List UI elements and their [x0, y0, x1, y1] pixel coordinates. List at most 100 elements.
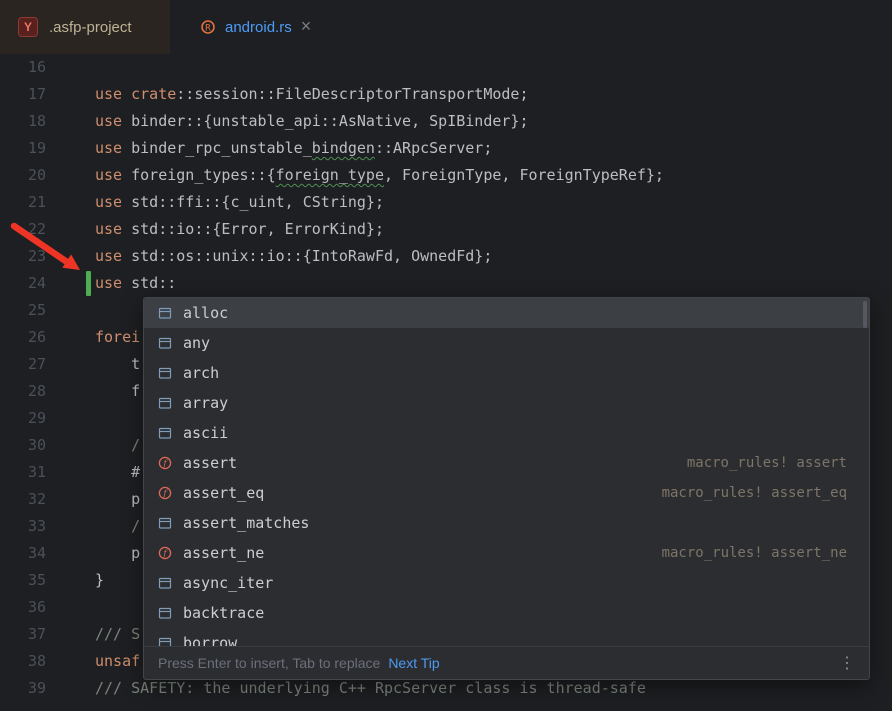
completion-item-alloc[interactable]: alloc — [144, 298, 869, 328]
completion-hint-text: macro_rules! assert_ne — [662, 545, 847, 561]
line-number: 39 — [0, 675, 46, 702]
code-text: use binder::{unstable_api::AsNative, SpI… — [95, 108, 528, 135]
completion-item-ascii[interactable]: ascii — [144, 418, 869, 448]
next-tip-link[interactable]: Next Tip — [388, 655, 439, 671]
line-number: 29 — [0, 405, 46, 432]
macro-icon: f — [157, 545, 173, 561]
line-number: 24 — [0, 270, 46, 297]
code-text: } — [95, 567, 104, 594]
line-number: 30 — [0, 432, 46, 459]
tab-android-rs[interactable]: R android.rs × — [184, 0, 327, 54]
completion-item-assert_eq[interactable]: f assert_eq macro_rules! assert_eq — [144, 478, 869, 508]
line-number: 16 — [0, 54, 46, 81]
code-line-18: 18 use binder::{unstable_api::AsNative, S… — [0, 108, 892, 135]
code-line-21: 21 use std::ffi::{c_uint, CString}; — [0, 189, 892, 216]
completion-label: backtrace — [183, 604, 264, 622]
completion-footer: Press Enter to insert, Tab to replace Ne… — [144, 646, 869, 679]
line-number: 37 — [0, 621, 46, 648]
code-text: use std::ffi::{c_uint, CString}; — [95, 189, 384, 216]
completion-hint-text: macro_rules! assert — [687, 455, 847, 471]
code-text: use std::io::{Error, ErrorKind}; — [95, 216, 384, 243]
macro-icon: f — [157, 485, 173, 501]
completion-label: assert_matches — [183, 514, 309, 532]
line-number: 22 — [0, 216, 46, 243]
code-text: / — [95, 513, 140, 540]
code-text: # — [95, 459, 140, 486]
rust-file-icon: R — [200, 19, 216, 35]
completion-label: assert_eq — [183, 484, 264, 502]
code-text: / — [95, 432, 140, 459]
svg-text:R: R — [205, 23, 211, 33]
completion-item-any[interactable]: any — [144, 328, 869, 358]
module-icon — [157, 605, 173, 621]
module-icon — [157, 575, 173, 591]
completion-popup: allocanyarcharrayasciifassertmacro_rules… — [143, 297, 870, 680]
completion-item-assert[interactable]: fassert macro_rules! assert — [144, 448, 869, 478]
code-text: use std::os::unix::io::{IntoRawFd, Owned… — [95, 243, 492, 270]
line-number: 18 — [0, 108, 46, 135]
line-number: 25 — [0, 297, 46, 324]
code-text: /// S — [95, 621, 140, 648]
code-text: use std:: — [95, 270, 176, 297]
code-text: f — [95, 378, 140, 405]
module-icon — [157, 335, 173, 351]
completion-label: arch — [183, 364, 219, 382]
line-number: 27 — [0, 351, 46, 378]
more-options-icon[interactable]: ⋮ — [839, 653, 855, 673]
code-text: use crate::session::FileDescriptorTransp… — [95, 81, 528, 108]
completion-item-arch[interactable]: arch — [144, 358, 869, 388]
code-text: t — [95, 351, 140, 378]
module-icon — [157, 515, 173, 531]
completion-label: any — [183, 334, 210, 352]
code-line-24: 24 use std:: — [0, 270, 892, 297]
completion-item-borrow[interactable]: borrow — [144, 628, 869, 646]
close-tab-icon[interactable]: × — [301, 17, 312, 37]
module-icon — [157, 635, 173, 646]
macro-icon: f — [157, 455, 173, 471]
project-tab[interactable]: Y .asfp-project — [0, 0, 170, 54]
completion-label: assert — [183, 454, 237, 472]
line-number: 26 — [0, 324, 46, 351]
completion-hint-text: macro_rules! assert_eq — [662, 485, 847, 501]
line-number: 20 — [0, 162, 46, 189]
line-number: 31 — [0, 459, 46, 486]
completion-label: borrow — [183, 634, 237, 646]
completion-label: alloc — [183, 304, 228, 322]
popup-scrollbar[interactable] — [863, 301, 867, 328]
completion-label: ascii — [183, 424, 228, 442]
completion-item-async_iter[interactable]: async_iter — [144, 568, 869, 598]
line-number: 36 — [0, 594, 46, 621]
module-icon — [157, 425, 173, 441]
completion-list: allocanyarcharrayasciifassertmacro_rules… — [144, 298, 869, 646]
code-line-17: 17use crate::session::FileDescriptorTran… — [0, 81, 892, 108]
code-line-20: 20 use foreign_types::{foreign_type, Fore… — [0, 162, 892, 189]
line-number: 32 — [0, 486, 46, 513]
completion-label: assert_ne — [183, 544, 264, 562]
completion-item-assert_ne[interactable]: f assert_ne macro_rules! assert_ne — [144, 538, 869, 568]
file-tab-label: android.rs — [225, 19, 292, 36]
code-line-23: 23 use std::os::unix::io::{IntoRawFd, Own… — [0, 243, 892, 270]
completion-label: array — [183, 394, 228, 412]
completion-item-assert_matches[interactable]: assert_matches — [144, 508, 869, 538]
completion-footer-hint: Press Enter to insert, Tab to replace — [158, 655, 380, 671]
line-number: 34 — [0, 540, 46, 567]
project-icon: Y — [18, 17, 38, 37]
code-text: unsaf — [95, 648, 140, 675]
line-number: 23 — [0, 243, 46, 270]
completion-item-array[interactable]: array — [144, 388, 869, 418]
line-number: 38 — [0, 648, 46, 675]
module-icon — [157, 395, 173, 411]
code-editor[interactable]: 1617use crate::session::FileDescriptorTr… — [0, 54, 892, 711]
code-text: forei — [95, 324, 140, 351]
line-number: 28 — [0, 378, 46, 405]
code-text: use foreign_types::{foreign_type, Foreig… — [95, 162, 664, 189]
code-text: p — [95, 486, 140, 513]
line-number: 21 — [0, 189, 46, 216]
code-line-22: 22 use std::io::{Error, ErrorKind}; — [0, 216, 892, 243]
completion-item-backtrace[interactable]: backtrace — [144, 598, 869, 628]
project-tab-label: .asfp-project — [49, 19, 132, 36]
code-text: p — [95, 540, 140, 567]
tab-bar: Y .asfp-project R android.rs × — [0, 0, 892, 54]
line-number: 33 — [0, 513, 46, 540]
code-text: use binder_rpc_unstable_bindgen::ARpcSer… — [95, 135, 492, 162]
